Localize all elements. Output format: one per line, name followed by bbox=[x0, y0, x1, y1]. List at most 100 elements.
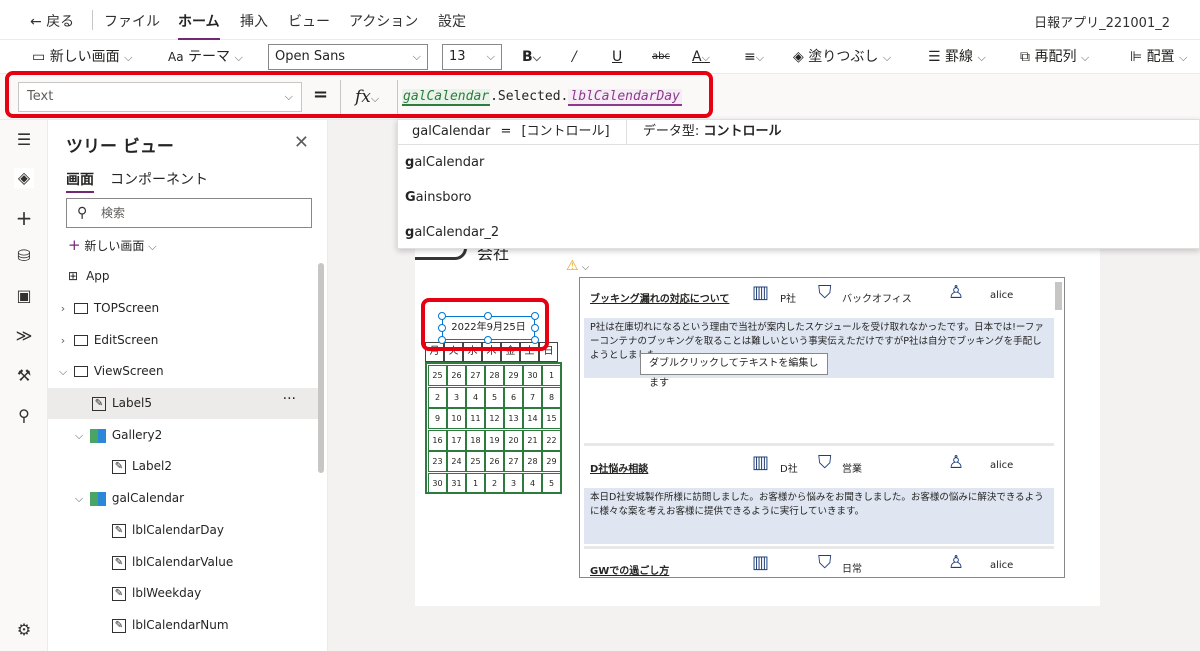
tab-screens[interactable]: 画面 bbox=[66, 169, 94, 193]
calendar-day[interactable]: 25 bbox=[428, 365, 447, 386]
card-title: GWでの過ごし方 bbox=[590, 566, 670, 577]
calendar-day[interactable]: 30 bbox=[428, 472, 447, 494]
tree-node-lblcalendarvalue[interactable]: ✎ lblCalendarValue bbox=[48, 547, 318, 578]
calendar-day[interactable]: 23 bbox=[428, 451, 447, 472]
menu-insert[interactable]: 挿入 bbox=[240, 11, 268, 31]
new-screen-button[interactable]: + 新しい画面 ⌵ bbox=[68, 236, 157, 254]
calendar-day[interactable]: 22 bbox=[542, 429, 561, 451]
new-screen-button[interactable]: ▭ 新しい画面 ⌵ bbox=[32, 47, 132, 67]
strikethrough-button[interactable]: abc bbox=[652, 47, 670, 67]
gear-icon[interactable]: ⚙ bbox=[14, 620, 34, 640]
calendar-day[interactable]: 17 bbox=[447, 429, 466, 451]
font-size-dropdown[interactable]: 13 ⌵ bbox=[442, 44, 502, 70]
warning-icon[interactable]: ⚠ ⌵ bbox=[566, 258, 589, 274]
more-options-icon[interactable]: ··· bbox=[283, 384, 296, 415]
border-button[interactable]: ☰ 罫線 ⌵ bbox=[928, 47, 986, 67]
close-icon[interactable]: ✕ bbox=[294, 132, 309, 153]
tools-icon[interactable]: ⚒ bbox=[14, 366, 34, 386]
calendar-day[interactable]: 1 bbox=[542, 365, 561, 386]
database-icon[interactable]: ⛁ bbox=[14, 246, 34, 266]
calendar-day[interactable]: 7 bbox=[523, 386, 542, 408]
tree-node-editscreen[interactable]: › EditScreen bbox=[48, 325, 318, 356]
search-icon[interactable]: ⚲ bbox=[14, 406, 34, 426]
plus-icon[interactable]: + bbox=[14, 206, 34, 230]
calendar-day[interactable]: 29 bbox=[542, 451, 561, 472]
calendar-day[interactable]: 29 bbox=[504, 365, 523, 386]
gallery-scrollbar[interactable] bbox=[1055, 282, 1062, 310]
calendar-day[interactable]: 4 bbox=[523, 472, 542, 494]
card-title: D社悩み相談 bbox=[590, 464, 649, 475]
calendar-day[interactable]: 4 bbox=[466, 386, 485, 408]
calendar-day[interactable]: 6 bbox=[504, 386, 523, 408]
report-gallery[interactable]: ブッキング漏れの対応について ▥ P社 ⛉ バックオフィス ♙ alice P社… bbox=[579, 277, 1065, 578]
calendar-day[interactable]: 18 bbox=[466, 429, 485, 451]
calendar-day[interactable]: 15 bbox=[542, 408, 561, 429]
calendar-day[interactable]: 31 bbox=[447, 472, 466, 494]
calendar-day[interactable]: 1 bbox=[466, 472, 485, 494]
calendar-day[interactable]: 13 bbox=[504, 408, 523, 429]
back-button[interactable]: ← 戻る bbox=[30, 11, 74, 31]
calendar-day[interactable]: 21 bbox=[523, 429, 542, 451]
tree-node-lblcalendarnum[interactable]: ✎ lblCalendarNum bbox=[48, 610, 318, 641]
suggestion-item[interactable]: Gainsboro bbox=[398, 180, 1199, 215]
calendar-day[interactable]: 16 bbox=[428, 429, 447, 451]
calendar-day[interactable]: 3 bbox=[504, 472, 523, 494]
calendar-day[interactable]: 20 bbox=[504, 429, 523, 451]
tree-scrollbar[interactable] bbox=[318, 263, 324, 473]
calendar-day[interactable]: 27 bbox=[466, 365, 485, 386]
calendar-day[interactable]: 26 bbox=[485, 451, 504, 472]
menu-action[interactable]: アクション bbox=[349, 11, 418, 31]
tree-node-gallery2[interactable]: ⌵ Gallery2 bbox=[48, 420, 318, 451]
menu-view[interactable]: ビュー bbox=[288, 11, 330, 31]
calendar-day[interactable]: 2 bbox=[485, 472, 504, 494]
suggestion-item[interactable]: galCalendar bbox=[398, 145, 1199, 180]
calendar-day[interactable]: 9 bbox=[428, 408, 447, 429]
layers-icon[interactable]: ◈ bbox=[14, 168, 34, 188]
fill-button[interactable]: ◈ 塗りつぶし ⌵ bbox=[793, 47, 891, 67]
calendar-day[interactable]: 3 bbox=[447, 386, 466, 408]
tree-node-galcalendar[interactable]: ⌵ galCalendar bbox=[48, 483, 318, 514]
suggestion-item[interactable]: galCalendar_2 bbox=[398, 215, 1199, 250]
calendar-day[interactable]: 2 bbox=[428, 386, 447, 408]
calendar-day[interactable]: 19 bbox=[485, 429, 504, 451]
calendar-day[interactable]: 28 bbox=[523, 451, 542, 472]
calendar-day[interactable]: 14 bbox=[523, 408, 542, 429]
hamburger-icon[interactable]: ☰ bbox=[14, 130, 34, 150]
calendar-day[interactable]: 5 bbox=[542, 472, 561, 494]
bold-button[interactable]: B⌵ bbox=[522, 47, 541, 67]
text-align-button[interactable]: ≡⌵ bbox=[744, 47, 764, 67]
underline-button[interactable]: U bbox=[612, 47, 622, 67]
calendar-day[interactable]: 27 bbox=[504, 451, 523, 472]
tree-node-app[interactable]: ⊞ App bbox=[48, 261, 318, 292]
calendar-day[interactable]: 26 bbox=[447, 365, 466, 386]
tree-node-label5[interactable]: ✎ Label5 ··· bbox=[48, 388, 318, 419]
calendar-day[interactable]: 10 bbox=[447, 408, 466, 429]
tree-search-input[interactable]: ⚲ 検索 bbox=[66, 198, 312, 228]
calendar-day[interactable]: 24 bbox=[447, 451, 466, 472]
tree-node-lblcalendarday[interactable]: ✎ lblCalendarDay bbox=[48, 515, 318, 546]
calendar-gallery[interactable]: 25 26 27 28 29 30 1 2 3 4 5 6 7 8 9 10 11 12 13 14 15 16 17 18 1… bbox=[425, 362, 562, 494]
tree-node-topscreen[interactable]: › TOPScreen bbox=[48, 293, 318, 324]
align-button[interactable]: ⊫ 配置 ⌵ bbox=[1130, 47, 1187, 67]
calendar-day[interactable]: 12 bbox=[485, 408, 504, 429]
reorder-button[interactable]: ⧉ 再配列 ⌵ bbox=[1020, 47, 1089, 67]
menu-settings[interactable]: 設定 bbox=[438, 11, 466, 31]
menu-home[interactable]: ホーム bbox=[178, 11, 220, 40]
calendar-day[interactable]: 28 bbox=[485, 365, 504, 386]
calendar-day[interactable]: 5 bbox=[485, 386, 504, 408]
media-icon[interactable]: ▣ bbox=[14, 286, 34, 306]
calendar-day[interactable]: 8 bbox=[542, 386, 561, 408]
tab-components[interactable]: コンポーネント bbox=[110, 169, 208, 189]
italic-button[interactable]: / bbox=[572, 47, 577, 67]
menu-file[interactable]: ファイル bbox=[104, 11, 160, 31]
theme-button[interactable]: Aa テーマ ⌵ bbox=[168, 47, 243, 67]
tree-node-label2[interactable]: ✎ Label2 bbox=[48, 451, 318, 482]
tree-node-viewscreen[interactable]: ⌵ ViewScreen bbox=[48, 356, 318, 387]
font-color-button[interactable]: A⌵ bbox=[692, 47, 710, 67]
tree-node-lblweekday[interactable]: ✎ lblWeekday bbox=[48, 578, 318, 609]
calendar-day[interactable]: 11 bbox=[466, 408, 485, 429]
calendar-day[interactable]: 25 bbox=[466, 451, 485, 472]
calendar-day[interactable]: 30 bbox=[523, 365, 542, 386]
font-family-dropdown[interactable]: Open Sans ⌵ bbox=[268, 44, 428, 70]
flow-icon[interactable]: ≫ bbox=[14, 326, 34, 346]
